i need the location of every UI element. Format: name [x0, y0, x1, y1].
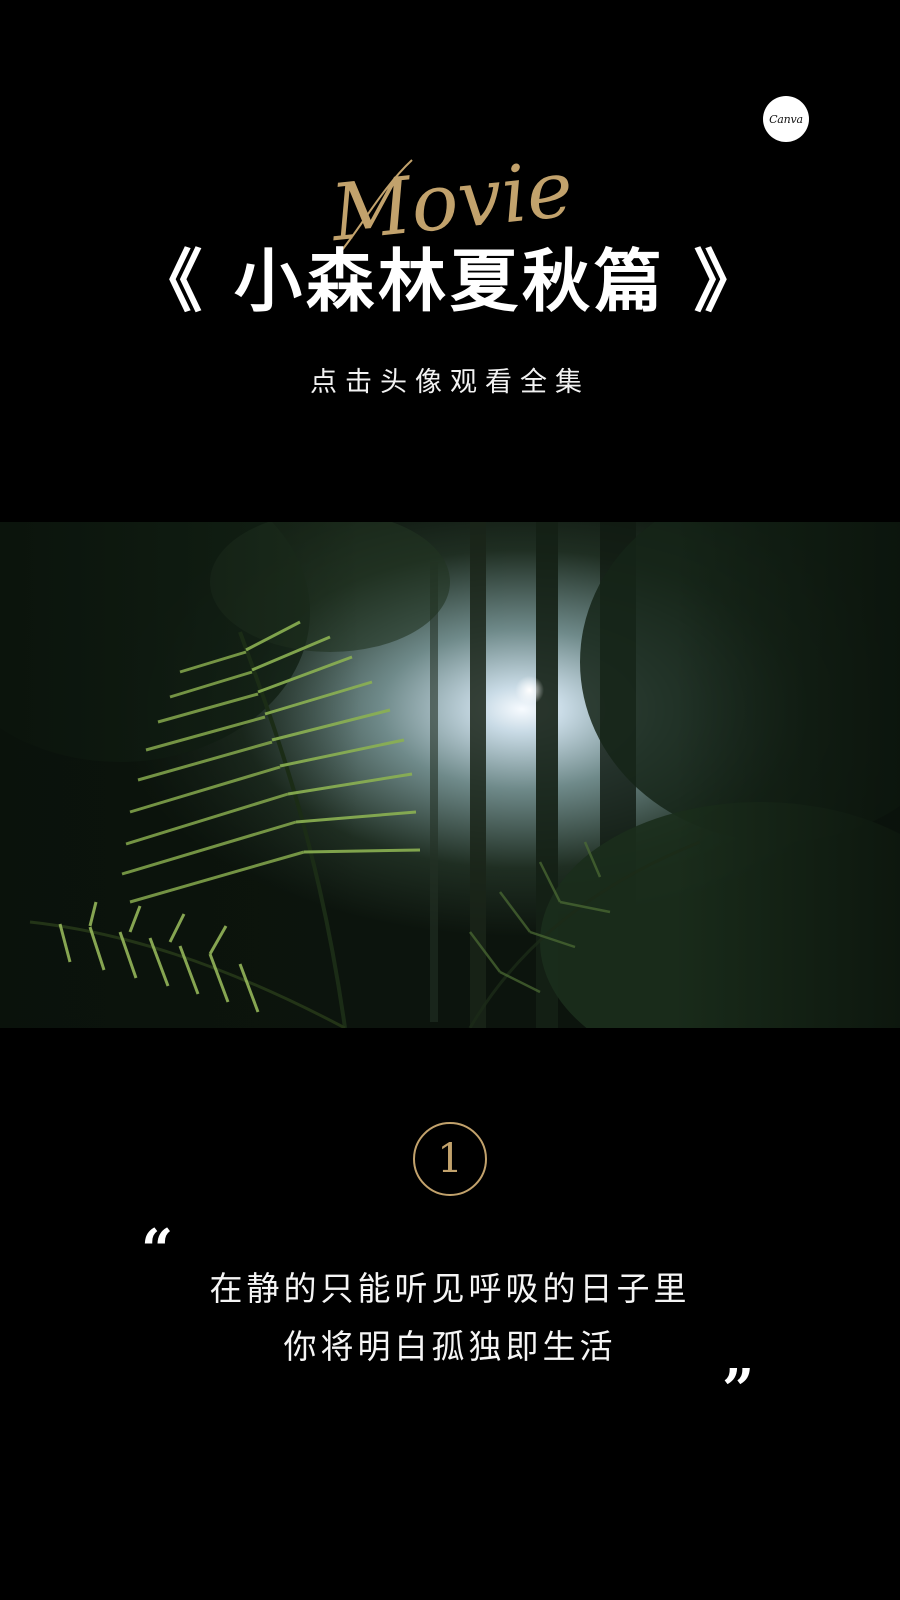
close-quote-icon: ” [722, 1357, 755, 1423]
watch-subtitle[interactable]: 点击头像观看全集 [0, 360, 900, 399]
page-title: 《 小森林夏秋篇 》 [134, 243, 766, 322]
quote-number-badge: 1 [413, 1122, 487, 1196]
forest-photo-illustration [0, 522, 900, 1028]
canva-logo: Canva [763, 96, 809, 142]
canva-logo-text: Canva [769, 112, 803, 126]
forest-photo [0, 522, 900, 1028]
quote-line-2: 你将明白孤独即生活 [283, 1327, 617, 1366]
quote-line-1: 在静的只能听见呼吸的日子里 [209, 1269, 691, 1308]
quote-number: 1 [437, 1136, 463, 1182]
